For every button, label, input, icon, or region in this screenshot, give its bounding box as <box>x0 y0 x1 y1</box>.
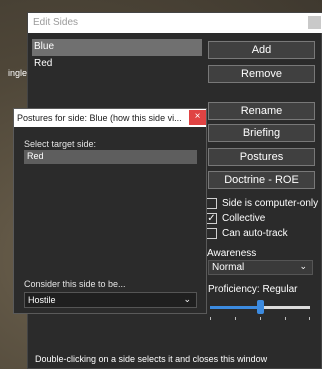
slider-tick <box>309 317 310 320</box>
slider-tick <box>285 317 286 320</box>
auto-track-label: Can auto-track <box>222 227 288 239</box>
list-item-side-blue[interactable]: Blue <box>32 39 202 56</box>
proficiency-slider[interactable] <box>210 298 310 320</box>
doctrine-roe-button[interactable]: Doctrine - ROE <box>208 171 315 189</box>
sides-list[interactable]: Blue Red <box>32 39 202 109</box>
awareness-select[interactable]: Normal ⌄ <box>208 260 313 275</box>
edit-sides-title: Edit Sides <box>33 17 79 28</box>
select-target-label: Select target side: <box>24 139 97 149</box>
slider-tick <box>235 317 236 320</box>
edit-sides-titlebar[interactable]: Edit Sides <box>28 13 322 33</box>
slider-tick <box>210 317 211 320</box>
auto-track-checkbox[interactable] <box>206 227 217 239</box>
close-icon[interactable] <box>308 16 321 29</box>
postures-title: Postures for side: Blue (how this side v… <box>17 113 182 123</box>
awareness-label: Awareness <box>207 248 257 259</box>
slider-thumb[interactable] <box>257 300 264 314</box>
computer-only-checkbox[interactable] <box>206 197 217 209</box>
chevron-down-icon: ⌄ <box>299 261 307 271</box>
collective-checkbox[interactable]: ✓ <box>206 212 217 224</box>
chevron-down-icon: ⌄ <box>183 294 191 304</box>
slider-fill <box>210 306 260 309</box>
list-item-side-red[interactable]: Red <box>32 56 202 73</box>
posture-select[interactable]: Hostile ⌄ <box>24 292 197 308</box>
add-button[interactable]: Add <box>208 41 315 59</box>
checkmark-icon: ✓ <box>207 212 216 224</box>
collective-checkbox-row[interactable]: ✓ Collective <box>206 211 265 225</box>
postures-button[interactable]: Postures <box>208 148 315 166</box>
postures-titlebar[interactable]: Postures for side: Blue (how this side v… <box>14 109 206 127</box>
slider-tick <box>260 317 261 320</box>
footer-hint: Double-clicking on a side selects it and… <box>35 354 268 364</box>
proficiency-label: Proficiency: Regular <box>208 284 298 295</box>
close-icon[interactable]: × <box>189 110 206 125</box>
background-partial-label: ingle <box>8 68 28 78</box>
posture-value: Hostile <box>28 295 56 305</box>
remove-button[interactable]: Remove <box>208 65 315 83</box>
list-item-target-red[interactable]: Red <box>24 150 197 164</box>
briefing-button[interactable]: Briefing <box>208 124 315 142</box>
auto-track-checkbox-row[interactable]: Can auto-track <box>206 226 288 240</box>
rename-button[interactable]: Rename <box>208 102 315 120</box>
postures-dialog: Postures for side: Blue (how this side v… <box>13 108 207 314</box>
collective-label: Collective <box>222 212 266 224</box>
awareness-value: Normal <box>212 262 245 273</box>
computer-only-label: Side is computer-only <box>222 197 319 209</box>
computer-only-checkbox-row[interactable]: Side is computer-only <box>206 196 318 210</box>
consider-label: Consider this side to be... <box>24 279 126 289</box>
